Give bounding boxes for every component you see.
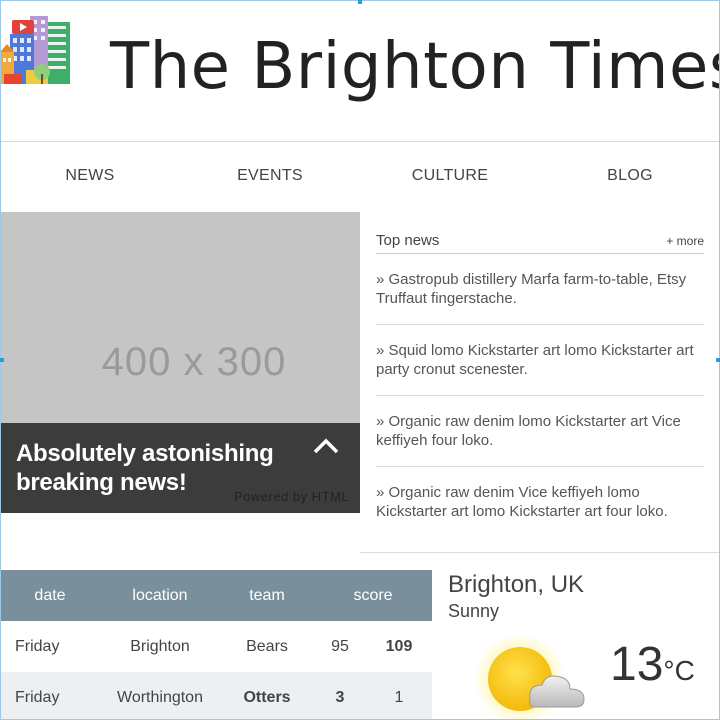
cell-location: Brighton [130, 637, 190, 655]
weather-condition: Sunny [448, 601, 500, 621]
top-news-panel: Top news + more » Gastropub distillery M… [360, 212, 720, 553]
table-row: Friday Worthington Otters 3 1 [0, 672, 432, 720]
nav-item-events[interactable]: EVENTS [180, 142, 360, 212]
cell-team: Otters [220, 672, 314, 720]
news-item[interactable]: » Gastropub distillery Marfa farm-to-tab… [376, 254, 704, 325]
nav-item-news[interactable]: NEWS [0, 142, 180, 212]
resize-handle[interactable] [716, 358, 720, 362]
column-header-team[interactable]: team [220, 570, 314, 621]
nav-item-culture[interactable]: CULTURE [360, 142, 540, 212]
hero-caption: Absolutely astonishing breaking news! Po… [0, 423, 360, 513]
site-header: The Brighton Times [0, 0, 720, 142]
temperature-unit: °C [663, 655, 695, 686]
weather-widget: Brighton, UK Sunny 13°C [432, 553, 720, 720]
news-item[interactable]: » Organic raw denim Vice keffiyeh lomo K… [376, 467, 704, 538]
hero-banner[interactable]: 400 x 300 Absolutely astonishing breakin… [0, 212, 360, 513]
news-item[interactable]: » Organic raw denim lomo Kickstarter art… [376, 396, 704, 467]
news-item[interactable]: » Squid lomo Kickstarter art lomo Kickst… [376, 325, 704, 396]
chevron-up-icon[interactable] [310, 431, 342, 463]
cell-location: Worthington [100, 672, 220, 720]
column-header-location[interactable]: location [100, 570, 220, 621]
cell-date: Friday [0, 672, 100, 720]
resize-handle[interactable] [0, 358, 4, 362]
main-nav: NEWS EVENTS CULTURE BLOG [0, 142, 720, 212]
cell-score-a: 3 [314, 672, 366, 720]
cell-score-a: 95 [331, 637, 349, 655]
powered-by-text: Powered by HTML [234, 489, 350, 504]
cell-date: Friday [15, 637, 60, 655]
more-news-link[interactable]: + more [666, 234, 704, 248]
cell-score-b: 109 [385, 637, 413, 655]
nav-item-blog[interactable]: BLOG [540, 142, 720, 212]
image-placeholder: 400 x 300 [101, 340, 287, 384]
table-row: Friday Brighton Bears 95 109 [0, 621, 432, 672]
sun-cloud-icon [474, 633, 585, 720]
weather-temperature: 13°C [610, 637, 695, 692]
temperature-value: 13 [610, 638, 664, 691]
column-header-score[interactable]: score [314, 570, 432, 621]
scores-table: date location team score Friday Brighton… [0, 570, 432, 720]
city-buildings-icon[interactable] [0, 12, 72, 84]
cell-team: Bears [246, 637, 288, 655]
cell-score-b: 1 [366, 672, 432, 720]
top-news-list: » Gastropub distillery Marfa farm-to-tab… [376, 254, 704, 538]
table-header-row: date location team score [0, 570, 432, 621]
top-news-title: Top news [376, 232, 440, 249]
resize-handle[interactable] [358, 0, 362, 4]
top-news-header: Top news + more [376, 232, 704, 254]
weather-city: Brighton, UK [448, 571, 585, 598]
column-header-date[interactable]: date [0, 570, 100, 621]
site-title: The Brighton Times [110, 30, 720, 104]
